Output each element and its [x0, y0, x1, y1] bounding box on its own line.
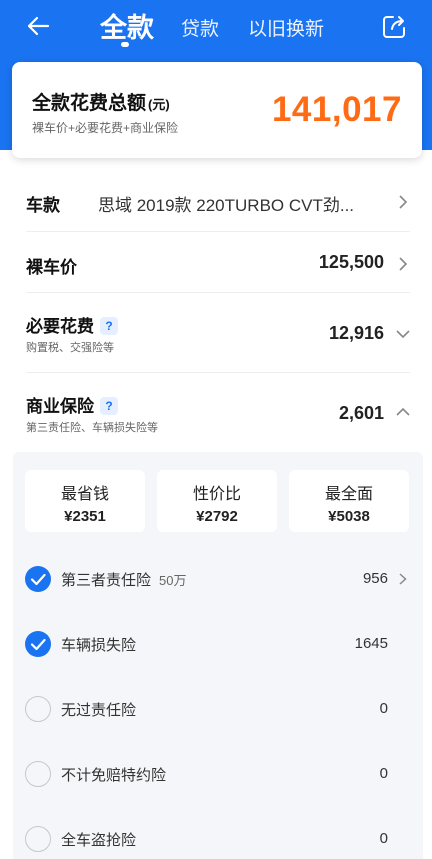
insurance-item[interactable]: 第三者责任险 50万 956 — [13, 560, 423, 600]
checkbox-checked-icon[interactable] — [25, 631, 51, 657]
car-model-label: 车款 — [26, 196, 60, 215]
insurance-panel: 最省钱 ¥2351 性价比 ¥2792 最全面 ¥5038 第三者责任险 50万 … — [13, 452, 423, 859]
insurance-item-value: 1645 — [354, 635, 388, 652]
chevron-right-icon — [399, 573, 407, 585]
checkbox-unchecked-icon[interactable] — [25, 826, 51, 852]
plan-value[interactable]: 性价比 ¥2792 — [157, 470, 277, 532]
tab-full-payment[interactable]: 全款 — [100, 6, 154, 45]
commercial-insurance-value: 2,601 — [338, 403, 384, 423]
share-icon[interactable] — [380, 13, 408, 41]
chevron-down-icon — [396, 330, 410, 339]
car-model-value: 思域 2019款 220TURBO CVT劲... — [98, 196, 355, 215]
commercial-insurance-sublabel: 第三责任险、车辆损失险等 — [26, 422, 158, 434]
total-cost-title-text: 全款花费总额 — [32, 93, 147, 114]
tab-trade-in[interactable]: 以旧换新 — [248, 14, 324, 41]
commercial-insurance-row[interactable]: 商业保险? 第三责任险、车辆损失险等 2,601 — [26, 392, 410, 436]
required-fees-row[interactable]: 必要花费? 购置税、交强险等 12,916 — [26, 312, 410, 356]
checkbox-unchecked-icon[interactable] — [25, 696, 51, 722]
commercial-insurance-label-text: 商业保险 — [26, 397, 94, 416]
top-nav: 全款 贷款 以旧换新 — [0, 0, 432, 56]
required-fees-value: 12,916 — [328, 323, 384, 343]
bare-price-value: 125,500 — [318, 252, 384, 272]
insurance-item-name: 车辆损失险 — [61, 637, 137, 654]
divider — [26, 292, 410, 293]
car-model-row[interactable]: 车款 思域 2019款 220TURBO CVT劲... — [26, 190, 410, 215]
plan-price: ¥2792 — [196, 508, 238, 525]
total-cost-subtitle: 裸车价+必要花费+商业保险 — [32, 121, 179, 135]
coverage-amount: 50万 — [159, 573, 187, 588]
checkbox-checked-icon[interactable] — [25, 566, 51, 592]
plan-cheapest[interactable]: 最省钱 ¥2351 — [25, 470, 145, 532]
insurance-item-name: 全车盗抢险 — [61, 832, 137, 849]
checkbox-unchecked-icon[interactable] — [25, 761, 51, 787]
chevron-right-icon — [399, 195, 408, 209]
insurance-item-name: 无过责任险 — [61, 702, 137, 719]
insurance-item-value: 0 — [379, 700, 388, 717]
insurance-item[interactable]: 全车盗抢险 0 — [13, 820, 423, 859]
divider — [26, 231, 410, 232]
plan-name: 最省钱 — [60, 486, 109, 503]
commercial-insurance-label: 商业保险? — [26, 392, 118, 417]
chevron-up-icon — [396, 407, 410, 416]
active-tab-indicator — [121, 42, 129, 47]
required-fees-label: 必要花费? — [26, 312, 118, 337]
help-icon[interactable]: ? — [100, 397, 118, 415]
insurance-item-value: 0 — [379, 765, 388, 782]
insurance-item-value: 0 — [379, 830, 388, 847]
help-icon[interactable]: ? — [100, 317, 118, 335]
insurance-item[interactable]: 无过责任险 0 — [13, 690, 423, 730]
plan-comprehensive[interactable]: 最全面 ¥5038 — [289, 470, 409, 532]
plan-name: 性价比 — [192, 486, 241, 503]
divider — [26, 372, 410, 373]
plan-price: ¥2351 — [64, 508, 106, 525]
total-cost-title: 全款花费总额 (元) — [32, 88, 170, 115]
total-cost-card: 全款花费总额 (元) 裸车价+必要花费+商业保险 141,017 — [12, 62, 422, 158]
bare-price-row[interactable]: 裸车价 125,500 — [26, 252, 410, 277]
insurance-item-name: 第三者责任险 50万 — [61, 569, 186, 590]
plan-price: ¥5038 — [328, 508, 370, 525]
insurance-item-name: 不计免赔特约险 — [61, 767, 167, 784]
insurance-item-value: 956 — [362, 570, 388, 587]
insurance-item[interactable]: 车辆损失险 1645 — [13, 625, 423, 665]
required-fees-label-text: 必要花费 — [26, 317, 94, 336]
plan-name: 最全面 — [324, 486, 373, 503]
insurance-item[interactable]: 不计免赔特约险 0 — [13, 755, 423, 795]
required-fees-sublabel: 购置税、交强险等 — [26, 342, 114, 354]
total-cost-unit: (元) — [148, 97, 170, 112]
total-cost-value: 141,017 — [271, 90, 402, 129]
bare-price-label: 裸车价 — [26, 258, 77, 277]
chevron-right-icon — [399, 257, 408, 271]
tab-loan[interactable]: 贷款 — [181, 14, 219, 41]
back-arrow-icon[interactable] — [22, 10, 54, 42]
insurance-item-label: 第三者责任险 — [61, 572, 152, 589]
